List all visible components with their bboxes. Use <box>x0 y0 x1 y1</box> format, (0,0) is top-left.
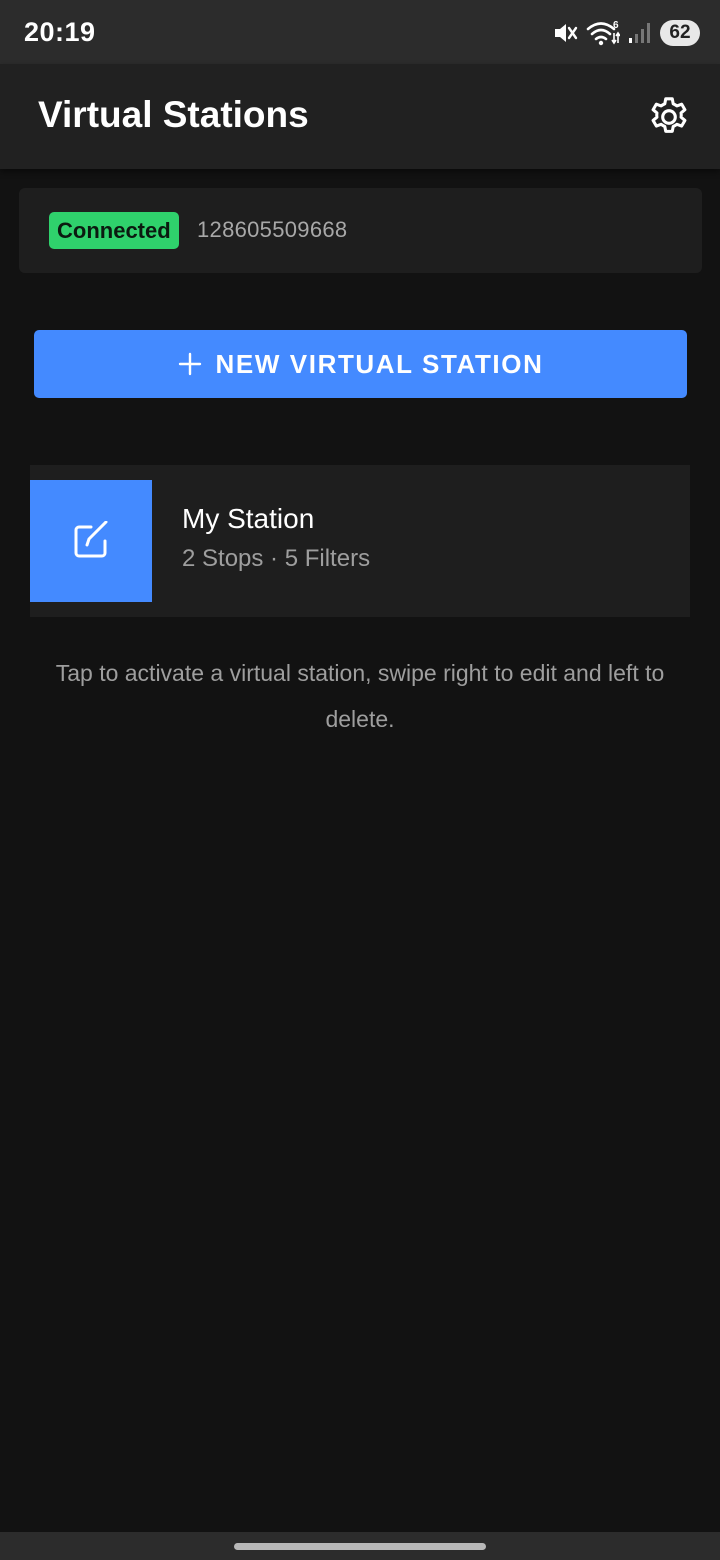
app-bar: Virtual Stations <box>0 64 720 169</box>
settings-button[interactable] <box>646 94 692 140</box>
status-bar: 20:19 6 62 <box>0 0 720 64</box>
edit-icon <box>74 521 108 558</box>
list-item[interactable]: My Station 2 Stops · 5 Filters <box>30 465 690 617</box>
new-virtual-station-label: NEW VIRTUAL STATION <box>215 348 544 379</box>
gear-icon <box>651 97 687 133</box>
new-virtual-station-button[interactable]: NEW VIRTUAL STATION <box>34 330 687 398</box>
connection-card: Connected 128605509668 <box>19 188 702 273</box>
plus-icon <box>178 352 201 376</box>
hint-text: Tap to activate a virtual station, swipe… <box>55 660 665 732</box>
status-icons: 6 62 <box>552 18 700 48</box>
status-time: 20:19 <box>24 17 96 47</box>
screen: 20:19 6 62 Virtual Stations Connected 12… <box>0 0 720 1560</box>
connection-id: 128605509668 <box>197 217 348 242</box>
navigation-bar <box>0 1532 720 1560</box>
svg-text:6: 6 <box>613 20 619 31</box>
mute-icon <box>552 20 578 46</box>
status-badge: Connected <box>49 212 179 249</box>
page-title: Virtual Stations <box>38 94 309 135</box>
battery-icon: 62 <box>660 20 700 46</box>
station-meta: 2 Stops · 5 Filters <box>182 545 371 572</box>
wifi-icon: 6 <box>586 19 620 47</box>
home-indicator[interactable] <box>234 1543 486 1550</box>
edit-station-button[interactable] <box>30 480 152 602</box>
station-name: My Station <box>182 503 315 534</box>
signal-icon <box>628 21 652 45</box>
